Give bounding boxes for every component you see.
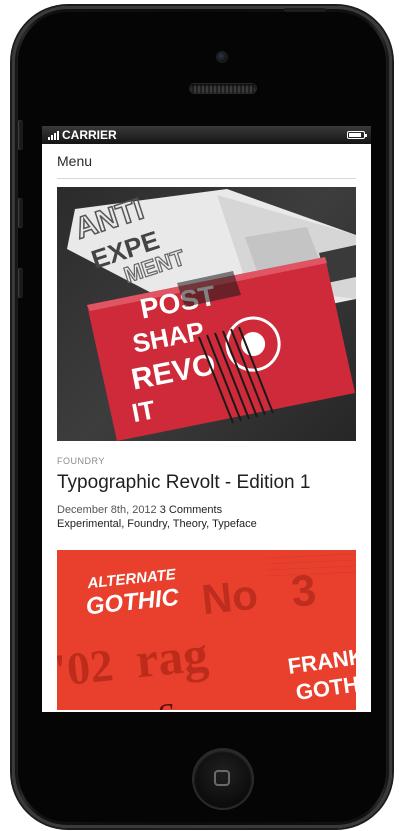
home-button[interactable] xyxy=(194,750,252,808)
post-title[interactable]: Typographic Revolt - Edition 1 xyxy=(57,472,356,494)
type-specimen-image: ALTERNATE GOTHIC No 3 '02 rag entury S F… xyxy=(57,550,356,710)
post-date: December 8th, 2012 xyxy=(57,504,157,516)
speaker-grille xyxy=(190,84,256,93)
specimen-word-6: rag xyxy=(133,625,211,688)
post-tags[interactable]: Experimental, Foundry, Theory, Typeface xyxy=(57,518,356,530)
specimen-word-4: 3 xyxy=(289,566,318,617)
post-comments-link[interactable]: 3 Comments xyxy=(160,504,222,516)
volume-up-button[interactable] xyxy=(18,198,23,228)
carrier-group: CARRIER xyxy=(48,128,117,142)
status-bar: CARRIER xyxy=(42,126,371,144)
magazine-photo-image: ANTI EXPE MENT POST SHAP REVO IT xyxy=(67,189,356,441)
volume-down-button[interactable] xyxy=(18,268,23,298)
menu-button[interactable]: Menu xyxy=(57,144,356,179)
home-square-icon xyxy=(214,770,230,786)
camera-icon xyxy=(217,52,227,62)
post-category[interactable]: FOUNDRY xyxy=(57,456,356,466)
battery-icon xyxy=(347,131,367,139)
specimen-word-5: '02 xyxy=(57,639,116,696)
signal-strength-icon xyxy=(48,130,59,140)
specimen-word-3: No xyxy=(199,571,260,624)
post-image[interactable]: ANTI EXPE MENT POST SHAP REVO IT xyxy=(57,187,356,441)
carrier-label: CARRIER xyxy=(62,128,117,142)
battery-level xyxy=(349,133,361,137)
phone-screen: CARRIER Menu ANTI EXPE MENT POST SHAP RE… xyxy=(42,126,371,712)
post-meta: December 8th, 2012 3 Comments xyxy=(57,502,356,518)
post-list: ANTI EXPE MENT POST SHAP REVO IT FOUNDRY… xyxy=(42,179,371,710)
mute-switch[interactable] xyxy=(18,120,23,150)
post-image[interactable]: ALTERNATE GOTHIC No 3 '02 rag entury S F… xyxy=(57,550,356,710)
